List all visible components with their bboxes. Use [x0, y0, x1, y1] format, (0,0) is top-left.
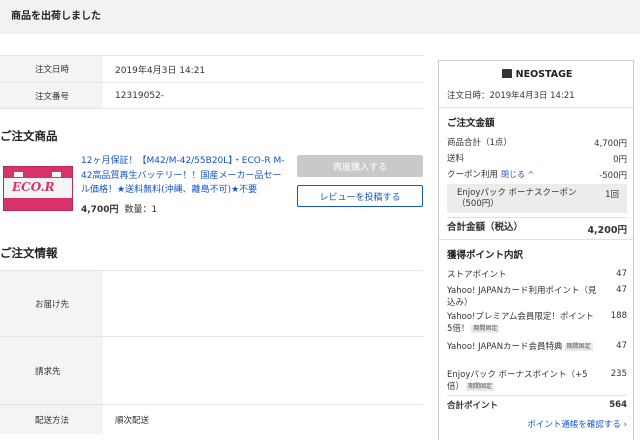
store-name-row[interactable]: NEOSTAGE — [439, 69, 635, 80]
divider — [439, 239, 633, 240]
order-info-table: 注文日時 2019年4月3日 14:21 注文番号 12319052- — [0, 55, 423, 109]
rebuy-button[interactable]: 再度購入する — [297, 155, 423, 177]
shop-icon — [501, 69, 512, 78]
points-label-group: Yahoo! JAPANカード会員特典 期間固定 — [447, 341, 593, 353]
top-bar: 商品を出荷しました — [0, 0, 640, 34]
period-fixed-badge: 期間固定 — [471, 325, 500, 333]
points-value: 47 — [616, 341, 627, 351]
points-total-label: 合計ポイント — [447, 401, 499, 411]
points-value: 47 — [616, 285, 627, 295]
points-label: Yahoo! JAPANカード利用ポイント（見込み） — [447, 286, 597, 308]
points-label-group: Enjoyパック ボーナスポイント（+5倍） 期間固定 — [447, 369, 597, 393]
shipping-fee-row: 送料 0円 — [447, 153, 627, 165]
points-row: Yahoo! JAPANカード利用ポイント（見込み） 47 — [447, 285, 627, 309]
coupon-count: 1回 — [605, 190, 619, 200]
delivery-address-row: お届け先 — [0, 270, 423, 336]
shipping-info-table: お届け先 請求先 配送方法 順次配送 — [0, 270, 423, 434]
order-number-label: 注文番号 — [0, 83, 103, 108]
billing-address-label: 請求先 — [0, 337, 103, 404]
points-label-group: Yahoo!プレミアム会員限定！ポイント5倍！ 期間固定 — [447, 311, 597, 335]
points-value: 47 — [616, 269, 627, 279]
thumbnail-brand-logo: ECO.R — [12, 180, 55, 194]
points-passbook-link[interactable]: ポイント通帳を確認する › — [447, 418, 627, 430]
order-date-label: 注文日時 — [0, 56, 103, 82]
billing-address-row: 請求先 — [0, 336, 423, 404]
product-thumbnail[interactable]: ECO.R — [3, 166, 73, 211]
billing-address-value — [103, 337, 115, 404]
points-row: ストアポイント 47 — [447, 269, 627, 281]
store-name[interactable]: NEOSTAGE — [516, 69, 573, 80]
product-name-link[interactable]: 12ヶ月保証！【M42/M-42/55B20L】・ECO-R M-42高品質再生… — [81, 154, 287, 198]
period-fixed-badge: 期間固定 — [564, 343, 593, 351]
product-item: ECO.R 12ヶ月保証！【M42/M-42/55B20L】・ECO-R M-4… — [0, 152, 423, 218]
points-value: 235 — [610, 369, 627, 379]
divider — [447, 217, 627, 218]
product-quantity: 数量：1 — [124, 205, 158, 215]
coupon-detail-label: Enjoyパック ボーナスクーポン（500円） — [457, 188, 577, 209]
shipping-method-value: 順次配送 — [115, 415, 150, 426]
page-title: 商品を出荷しました — [11, 11, 101, 22]
period-fixed-badge: 期間固定 — [466, 383, 495, 391]
coupon-row: クーポン利用 閉じる ^ -500円 — [447, 169, 627, 181]
points-value: 188 — [610, 311, 627, 321]
coupon-label: クーポン利用 — [447, 170, 499, 180]
subtotal-label: 商品合計（1点） — [447, 138, 512, 148]
points-row: Enjoyパック ボーナスポイント（+5倍） 期間固定 235 — [447, 369, 627, 393]
shipping-fee-label: 送料 — [447, 154, 465, 164]
points-label: Yahoo! JAPANカード会員特典 — [447, 342, 563, 352]
coupon-close-toggle[interactable]: 閉じる ^ — [501, 170, 534, 179]
points-label: ストアポイント — [447, 270, 507, 280]
points-total-row: 合計ポイント 564 — [447, 400, 627, 412]
coupon-detail-box: Enjoyパック ボーナスクーポン（500円） 1回 — [447, 184, 627, 213]
shipping-fee-value: 0円 — [613, 155, 627, 165]
delivery-address-label: お届け先 — [0, 271, 103, 336]
order-date-value: 2019年4月3日 14:21 — [115, 65, 206, 76]
product-price: 4,700円 — [81, 205, 119, 215]
amount-section-title: ご注文金額 — [447, 118, 495, 129]
order-info-section-title: ご注文情報 — [0, 246, 58, 260]
product-price-line: 4,700円 数量：1 — [81, 202, 157, 215]
points-label: Yahoo!プレミアム会員限定！ポイント5倍！ — [447, 312, 594, 334]
points-total-value: 564 — [609, 400, 627, 410]
divider — [447, 395, 627, 396]
order-date-row: 注文日時 2019年4月3日 14:21 — [0, 55, 423, 82]
coupon-value: -500円 — [599, 171, 627, 181]
coupon-label-group: クーポン利用 閉じる ^ — [447, 169, 534, 181]
shipping-method-row: 配送方法 順次配送 — [0, 404, 423, 434]
total-label: 合計金額（税込） — [447, 222, 524, 233]
total-value: 4,200円 — [587, 225, 627, 236]
order-number-value: 12319052- — [115, 90, 165, 101]
order-number-row: 注文番号 12319052- — [0, 82, 423, 109]
battery-terminal-icon — [14, 172, 23, 177]
total-row: 合計金額（税込） 4,200円 — [447, 222, 627, 236]
battery-terminal-icon — [52, 172, 61, 177]
points-row: Yahoo!プレミアム会員限定！ポイント5倍！ 期間固定 188 — [447, 311, 627, 335]
delivery-address-value — [103, 271, 115, 336]
subtotal-value: 4,700円 — [594, 139, 627, 149]
subtotal-row: 商品合計（1点） 4,700円 — [447, 137, 627, 149]
shipping-method-label: 配送方法 — [0, 405, 103, 434]
points-row: Yahoo! JAPANカード会員特典 期間固定 47 — [447, 341, 627, 353]
order-summary-panel: NEOSTAGE 注文日時：2019年4月3日 14:21 ご注文金額 商品合計… — [438, 60, 634, 440]
points-section-title: 獲得ポイント内訳 — [447, 250, 524, 261]
summary-order-date: 注文日時：2019年4月3日 14:21 — [447, 91, 575, 101]
items-section-title: ご注文商品 — [0, 129, 58, 143]
divider — [439, 107, 633, 108]
write-review-button[interactable]: レビューを投稿する — [297, 185, 423, 207]
